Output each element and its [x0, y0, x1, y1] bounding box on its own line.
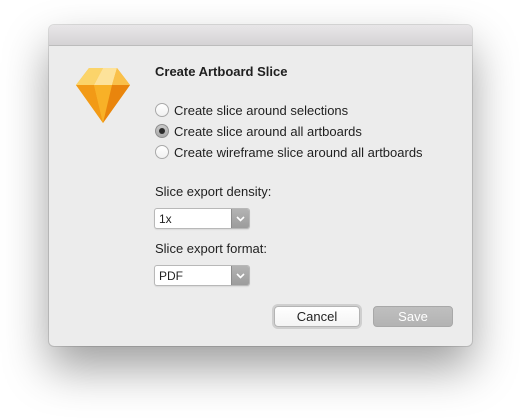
chevron-down-icon[interactable] — [231, 209, 249, 228]
option-label: Create slice around all artboards — [174, 123, 362, 139]
option-label: Create slice around selections — [174, 102, 349, 118]
screen: Create Artboard Slice Create slice aroun… — [0, 0, 520, 420]
density-select[interactable]: 1x — [154, 208, 250, 229]
save-button[interactable]: Save — [373, 306, 453, 327]
format-select[interactable]: PDF — [154, 265, 250, 286]
radio-button[interactable] — [155, 145, 169, 159]
option-selections[interactable]: Create slice around selections — [155, 101, 348, 119]
density-value: 1x — [159, 212, 172, 226]
option-wireframe[interactable]: Create wireframe slice around all artboa… — [155, 143, 423, 161]
format-value: PDF — [159, 269, 183, 283]
dialog-title: Create Artboard Slice — [155, 64, 288, 79]
sketch-diamond-icon — [76, 68, 130, 123]
density-label: Slice export density: — [155, 184, 272, 199]
cancel-button[interactable]: Cancel — [274, 306, 360, 327]
radio-button-selected[interactable] — [155, 124, 169, 138]
option-label: Create wireframe slice around all artboa… — [174, 144, 423, 160]
chevron-down-icon[interactable] — [231, 266, 249, 285]
format-label: Slice export format: — [155, 241, 267, 256]
create-artboard-slice-dialog: Create Artboard Slice Create slice aroun… — [49, 25, 472, 346]
option-all-artboards[interactable]: Create slice around all artboards — [155, 122, 362, 140]
radio-button[interactable] — [155, 103, 169, 117]
dialog-titlebar[interactable] — [49, 25, 472, 46]
